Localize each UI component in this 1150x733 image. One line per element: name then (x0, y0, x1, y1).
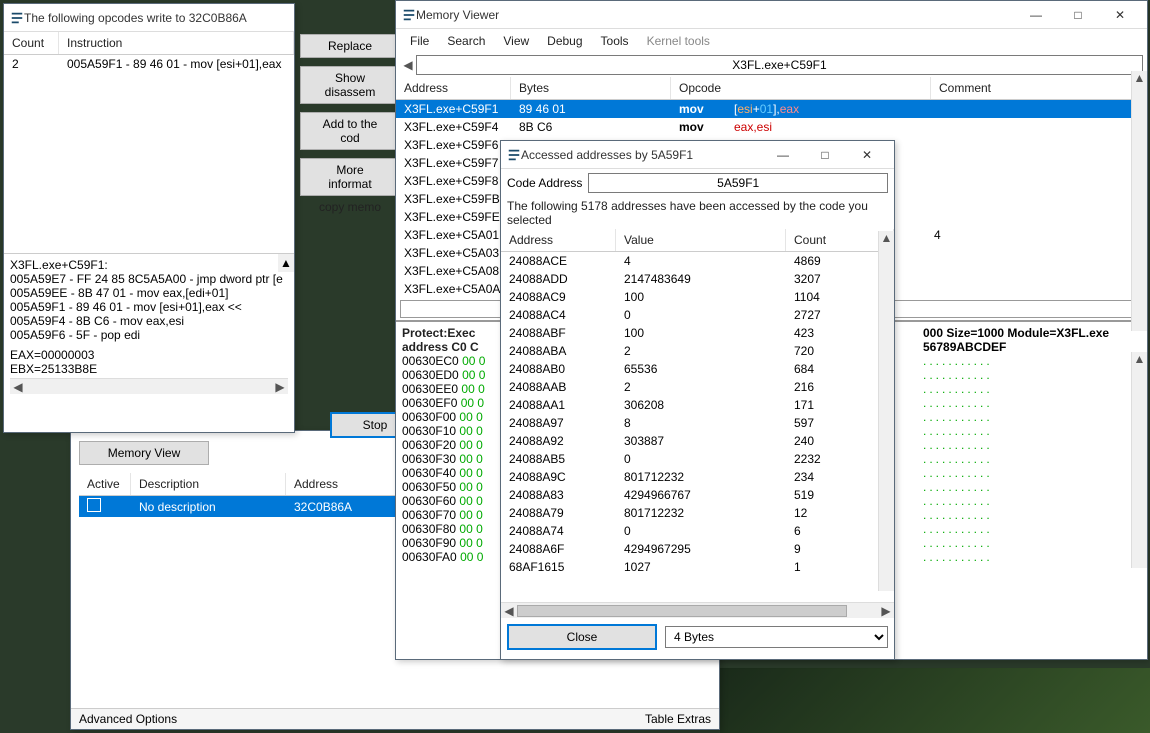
menu-file[interactable]: File (402, 31, 437, 51)
table-extras[interactable]: Table Extras (645, 712, 711, 726)
menu-search[interactable]: Search (439, 31, 493, 51)
disasm-vscroll[interactable]: ▲ (1131, 71, 1147, 331)
hex-right: 000 Size=1000 Module=X3FL.exe 56789ABCDE… (917, 322, 1147, 568)
accessed-subtitle: The following 5178 addresses have been a… (501, 197, 894, 229)
col-address[interactable]: Address (501, 229, 616, 251)
accessed-row[interactable]: 24088ADD21474836493207 (501, 270, 894, 288)
opcodes-titlebar[interactable]: The following opcodes write to 32C0B86A (4, 4, 294, 32)
accessed-row[interactable]: 24088AB502232 (501, 450, 894, 468)
scroll-left-icon[interactable]: ◀ (501, 603, 517, 619)
details-hscroll[interactable]: ◀ ▶ (10, 378, 288, 394)
accessed-row[interactable]: 24088AB065536684 (501, 360, 894, 378)
more-info-button[interactable]: More informat (300, 158, 400, 196)
accessed-hscroll[interactable]: ◀ ▶ (501, 602, 894, 618)
disasm-row[interactable]: X3FL.exe+C59F189 46 01mov[esi+01],eax (396, 100, 1147, 118)
accessed-row[interactable]: 24088A834294966767519 (501, 486, 894, 504)
col-active[interactable]: Active (79, 473, 131, 495)
col-comment[interactable]: Comment (931, 77, 1147, 99)
value-type-combo[interactable]: 4 Bytes (665, 626, 888, 648)
col-description[interactable]: Description (131, 473, 286, 495)
disasm-row[interactable]: X3FL.exe+C59F48B C6moveax,esi (396, 118, 1147, 136)
accessed-title: Accessed addresses by 5A59F1 (521, 148, 762, 162)
memviewer-titlebar[interactable]: Memory Viewer — □ ✕ (396, 1, 1147, 29)
accessed-rows[interactable]: 24088ACE4486924088ADD2147483649320724088… (501, 252, 894, 602)
accessed-window[interactable]: Accessed addresses by 5A59F1 — □ ✕ Code … (500, 140, 895, 660)
col-bytes[interactable]: Bytes (511, 77, 671, 99)
opcode-row[interactable]: 2 005A59F1 - 89 46 01 - mov [esi+01],eax (4, 55, 294, 73)
row-address: 32C0B86A (286, 499, 406, 515)
col-count[interactable]: Count (4, 32, 59, 54)
close-accessed-button[interactable]: Close (507, 624, 657, 650)
menu-debug[interactable]: Debug (539, 31, 590, 51)
col-instruction[interactable]: Instruction (59, 32, 294, 54)
scroll-left-icon[interactable]: ◀ (10, 379, 26, 395)
add-to-codelist-button[interactable]: Add to the cod (300, 112, 400, 150)
copy-memory-label: copy memo (300, 200, 400, 214)
ce-icon (402, 8, 416, 22)
menu-kerneltools[interactable]: Kernel tools (639, 31, 718, 51)
accessed-row[interactable]: 24088A92303887240 (501, 432, 894, 450)
accessed-row[interactable]: 24088A9C801712232234 (501, 468, 894, 486)
accessed-row[interactable]: 24088ACE44869 (501, 252, 894, 270)
close-button[interactable]: ✕ (846, 143, 888, 167)
accessed-row[interactable]: 68AF161510271 (501, 558, 894, 576)
maximize-button[interactable]: □ (1057, 3, 1099, 27)
ce-icon (507, 148, 521, 162)
accessed-vscroll[interactable]: ▲ (878, 231, 894, 591)
accessed-row[interactable]: 24088A978597 (501, 414, 894, 432)
accessed-titlebar[interactable]: Accessed addresses by 5A59F1 — □ ✕ (501, 141, 894, 169)
accessed-row[interactable]: 24088AAB2216 (501, 378, 894, 396)
accessed-row[interactable]: 24088ABF100423 (501, 324, 894, 342)
minimize-button[interactable]: — (762, 143, 804, 167)
code-address-input[interactable] (588, 173, 888, 193)
code-address-label: Code Address (507, 176, 582, 190)
opcodes-window[interactable]: The following opcodes write to 32C0B86A … (3, 3, 295, 433)
accessed-row[interactable]: 24088AC402727 (501, 306, 894, 324)
col-address[interactable]: Address (396, 77, 511, 99)
ce-icon (10, 11, 24, 25)
disasm-header: Address Bytes Opcode Comment (396, 77, 1147, 100)
close-button[interactable]: ✕ (1099, 3, 1141, 27)
advanced-options[interactable]: Advanced Options (79, 712, 177, 726)
col-value[interactable]: Value (616, 229, 786, 251)
scroll-right-icon[interactable]: ▶ (272, 379, 288, 395)
opcode-details: X3FL.exe+C59F1: 005A59E7 - FF 24 85 8C5A… (4, 254, 294, 398)
replace-button[interactable]: Replace (300, 34, 400, 58)
memviewer-title: Memory Viewer (416, 8, 1015, 22)
menu-view[interactable]: View (495, 31, 537, 51)
back-icon[interactable]: ◀ (400, 58, 416, 72)
memviewer-menubar: File Search View Debug Tools Kernel tool… (396, 29, 1147, 53)
accessed-row[interactable]: 24088A6F42949672959 (501, 540, 894, 558)
maximize-button[interactable]: □ (804, 143, 846, 167)
accessed-row[interactable]: 24088AA1306208171 (501, 396, 894, 414)
scroll-up-icon[interactable]: ▲ (278, 254, 294, 272)
minimize-button[interactable]: — (1015, 3, 1057, 27)
row-description: No description (131, 499, 286, 515)
memory-view-button[interactable]: Memory View (79, 441, 209, 465)
opcodes-title: The following opcodes write to 32C0B86A (24, 11, 288, 25)
col-opcode[interactable]: Opcode (671, 77, 931, 99)
address-input[interactable] (416, 55, 1143, 75)
show-disassembler-button[interactable]: Show disassem (300, 66, 400, 104)
menu-tools[interactable]: Tools (593, 31, 637, 51)
accessed-row[interactable]: 24088A7406 (501, 522, 894, 540)
accessed-row[interactable]: 24088AC91001104 (501, 288, 894, 306)
accessed-row[interactable]: 24088A7980171223212 (501, 504, 894, 522)
scroll-right-icon[interactable]: ▶ (878, 603, 894, 619)
accessed-row[interactable]: 24088ABA2720 (501, 342, 894, 360)
hex-vscroll[interactable]: ▲ (1131, 352, 1147, 568)
